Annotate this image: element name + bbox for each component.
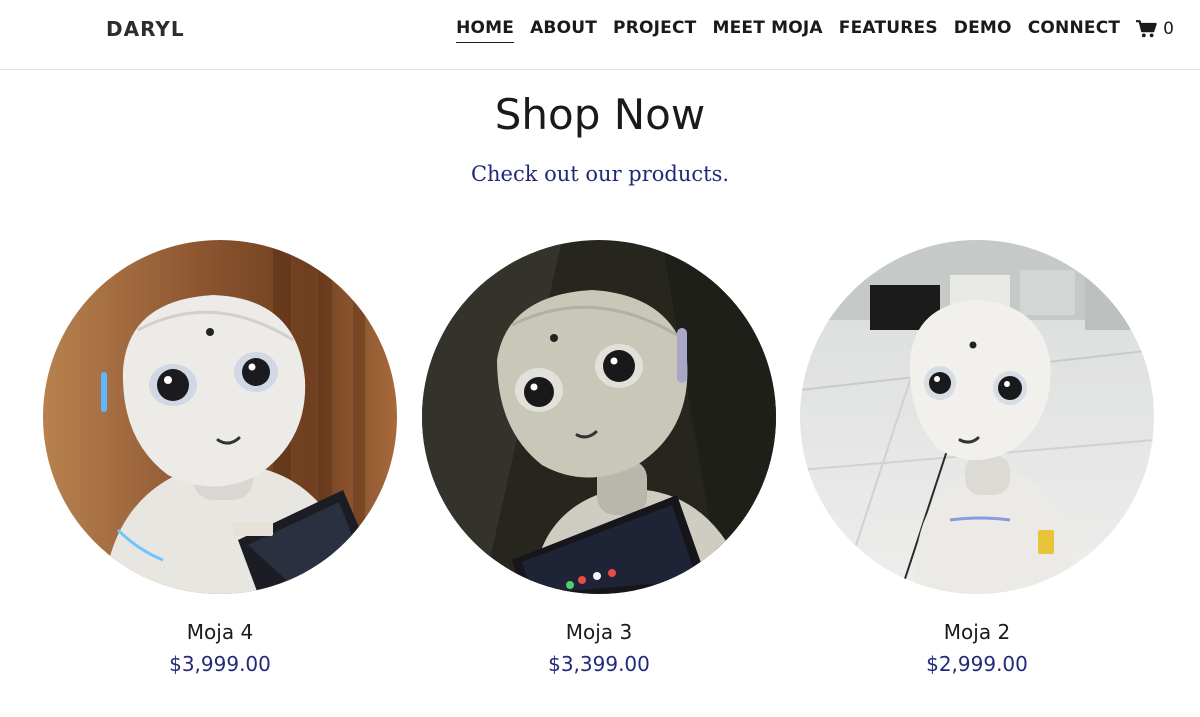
nav-about[interactable]: ABOUT (530, 18, 597, 43)
robot-photo (422, 240, 776, 594)
shopping-cart-icon (1136, 19, 1157, 38)
page-subtitle: Check out our products. (470, 162, 730, 186)
site-header: DARYL HOME ABOUT PROJECT MEET MOJA FEATU… (0, 0, 1200, 70)
nav-meet-moja[interactable]: MEET MOJA (712, 18, 822, 43)
main-nav: HOME ABOUT PROJECT MEET MOJA FEATURES DE… (456, 18, 1174, 43)
cart-button[interactable]: 0 (1136, 19, 1174, 43)
product-name[interactable]: Moja 3 (422, 620, 776, 644)
nav-features[interactable]: FEATURES (839, 18, 938, 43)
product-card-moja-2[interactable]: Moja 2 $2,999.00 (800, 240, 1154, 676)
nav-home[interactable]: HOME (456, 18, 515, 43)
page-title: Shop Now (494, 90, 706, 139)
product-card-moja-4[interactable]: Moja 4 $3,999.00 (43, 240, 397, 676)
product-name[interactable]: Moja 2 (800, 620, 1154, 644)
product-price: $2,999.00 (926, 652, 1028, 676)
nav-project[interactable]: PROJECT (613, 18, 696, 43)
nav-connect[interactable]: CONNECT (1028, 18, 1120, 43)
robot-photo (43, 240, 397, 594)
product-price: $3,999.00 (169, 652, 271, 676)
product-name[interactable]: Moja 4 (43, 620, 397, 644)
brand-logo[interactable]: DARYL (106, 17, 185, 41)
cart-count: 0 (1163, 18, 1174, 39)
product-card-moja-3[interactable]: Moja 3 $3,399.00 (422, 240, 776, 676)
product-price: $3,399.00 (548, 652, 650, 676)
nav-demo[interactable]: DEMO (954, 18, 1012, 43)
robot-photo (800, 240, 1154, 594)
